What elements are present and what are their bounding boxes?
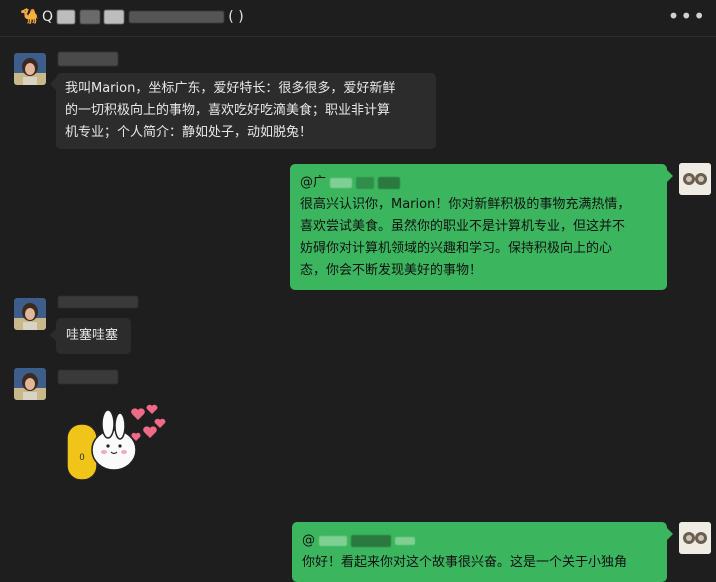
message-bubble[interactable]: @广 很高兴认识你，Marion！你对新鲜积极的事物充满热情， 喜欢尝试美食。虽… xyxy=(290,164,667,290)
redacted-mention-name xyxy=(356,176,375,189)
message-text: 的一切积极向上的事物，喜欢吃好吃滴美食；职业非计算 xyxy=(65,103,391,118)
redacted-title-part xyxy=(104,10,125,24)
bunny-heart-sticker[interactable]: 0 xyxy=(64,404,174,484)
redacted-sender-name xyxy=(58,370,118,384)
message-text: 我叫Marion，坐标广东，爱好特长：很多很多，爱好新鲜 xyxy=(65,81,396,96)
bubble-tail xyxy=(667,170,673,182)
message-text: 态，你会不断发现美好的事物！ xyxy=(300,263,483,278)
message-bubble[interactable]: 我叫Marion，坐标广东，爱好特长：很多很多，爱好新鲜 的一切积极向上的事物，… xyxy=(56,73,436,149)
redacted-mention-name xyxy=(319,535,348,546)
message-text: 很高兴认识你，Marion！你对新鲜积极的事物充满热情， xyxy=(300,197,631,212)
redacted-title-part xyxy=(79,10,100,24)
more-options-button[interactable]: ••• xyxy=(668,4,706,28)
avatar[interactable] xyxy=(14,53,46,85)
bubble-tail xyxy=(667,528,673,540)
mention-prefix: @广 xyxy=(300,175,327,190)
avatar[interactable] xyxy=(14,298,46,330)
redacted-sender-name xyxy=(58,52,118,66)
mention[interactable]: @广 xyxy=(300,172,657,194)
avatar[interactable] xyxy=(679,163,711,195)
message-bubble[interactable]: 哇塞哇塞 xyxy=(56,318,131,354)
redacted-mention-name xyxy=(351,534,392,547)
redacted-sender-name xyxy=(58,296,138,308)
redacted-title-part xyxy=(57,10,76,24)
svg-text:0: 0 xyxy=(79,452,84,462)
mention-prefix: @ xyxy=(302,533,315,548)
redacted-mention-name xyxy=(330,177,353,188)
chat-title-bar: 🐪 Q ( ) ••• xyxy=(0,0,716,37)
message-text: 你好！看起来你对这个故事很兴奋。这是一个关于小独角 xyxy=(302,555,628,570)
redacted-mention-name xyxy=(395,536,416,545)
chat-title: Q ( ) xyxy=(42,9,244,25)
chat-title-suffix: ( ) xyxy=(228,9,244,25)
message-text: 喜欢尝试美食。虽然你的职业不是计算机专业，但这并不 xyxy=(300,219,626,234)
message-text: 机专业；个人简介：静如处子，动如脱兔！ xyxy=(65,125,313,140)
message-text: 妨碍你对计算机领域的兴趣和学习。保持积极向上的心 xyxy=(300,241,613,256)
avatar[interactable] xyxy=(679,522,711,554)
mention[interactable]: @ xyxy=(302,530,657,552)
chat-title-prefix: Q xyxy=(42,9,54,25)
redacted-title-part xyxy=(128,11,224,23)
message-text: 哇塞哇塞 xyxy=(66,328,119,343)
camel-icon: 🐪 xyxy=(20,7,39,25)
redacted-mention-name xyxy=(378,176,401,189)
avatar[interactable] xyxy=(14,368,46,400)
message-bubble[interactable]: @ 你好！看起来你对这个故事很兴奋。这是一个关于小独角 xyxy=(292,522,667,582)
